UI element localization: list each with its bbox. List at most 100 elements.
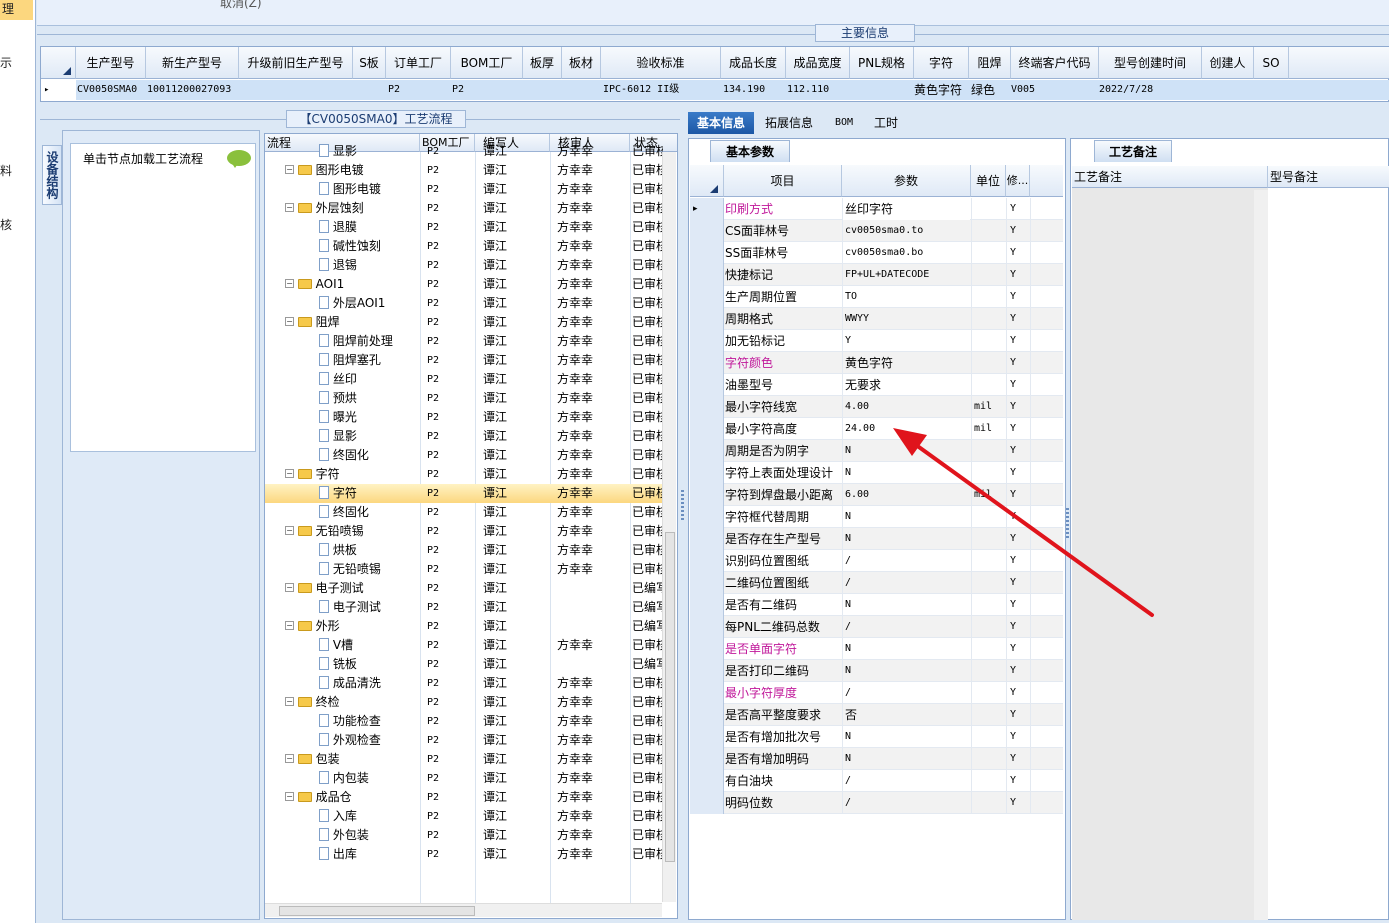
param-value[interactable]: N [842,462,970,484]
param-row[interactable]: SS面菲林号 cv0050sma0.bo Y [690,242,1063,264]
param-row[interactable]: 最小字符线宽 4.00 mil Y [690,396,1063,418]
tree-node[interactable]: 预烘 [319,389,420,408]
tree-node[interactable]: 外观检查 [319,731,420,750]
col-header-pnl[interactable]: PNL规格 [850,47,914,79]
left-nav-item-1[interactable]: 示 [0,54,12,71]
scroll-thumb[interactable] [279,906,475,916]
tree-row[interactable]: V槽 P2 谭江 方幸幸 已审核 [265,636,663,655]
process-notes-tab[interactable]: 工艺备注 [1094,140,1172,162]
tab-bom[interactable]: BOM [824,112,864,134]
tree-node[interactable]: − 阻焊 [285,313,420,332]
tree-vertical-scrollbar[interactable] [662,152,676,902]
param-value[interactable]: 否 [842,704,970,726]
tree-node[interactable]: − AOI1 [285,275,420,294]
tree-row[interactable]: 碱性蚀刻 P2 谭江 方幸幸 已审核 [265,237,663,256]
tree-row[interactable]: 阻焊塞孔 P2 谭江 方幸幸 已审核 [265,351,663,370]
tree-node[interactable]: 终固化 [319,503,420,522]
param-row[interactable]: 字符到焊盘最小距离 6.00 mil Y [690,484,1063,506]
col-header-acceptance[interactable]: 验收标准 [601,47,721,79]
param-value[interactable]: / [842,792,970,814]
param-value[interactable]: cv0050sma0.bo [842,242,970,264]
param-value[interactable]: 丝印字符 [842,198,970,220]
main-info-title[interactable]: 主要信息 [815,24,915,42]
notes-vertical-scrollbar[interactable] [1254,190,1268,920]
process-panel-title[interactable]: 【CV0050SMA0】工艺流程 [286,110,466,128]
param-row[interactable]: 每PNL二维码总数 / Y [690,616,1063,638]
tree-node[interactable]: 阻焊塞孔 [319,351,420,370]
collapse-icon[interactable]: − [285,317,294,326]
collapse-icon[interactable]: − [285,469,294,478]
tree-node[interactable]: 入库 [319,807,420,826]
tree-row[interactable]: 图形电镀 P2 谭江 方幸幸 已审核 [265,180,663,199]
tree-node[interactable]: 电子测试 [319,598,420,617]
tree-row[interactable]: 无铅喷锡 P2 谭江 方幸幸 已审核 [265,560,663,579]
param-row[interactable]: 是否打印二维码 N Y [690,660,1063,682]
notes-col-process[interactable]: 工艺备注 [1072,166,1268,188]
param-row[interactable]: 油墨型号 无要求 Y [690,374,1063,396]
tree-node[interactable]: 退锡 [319,256,420,275]
param-row[interactable]: 有白油块 / Y [690,770,1063,792]
param-row[interactable]: 最小字符高度 24.00 mil Y [690,418,1063,440]
left-nav-item-2[interactable]: 料 [0,162,12,179]
collapse-icon[interactable]: − [285,697,294,706]
tree-node[interactable]: − 成品仓 [285,788,420,807]
param-row[interactable]: 字符上表面处理设计 N Y [690,462,1063,484]
load-process-box[interactable]: 单击节点加载工艺流程 [70,143,256,452]
param-value[interactable]: 黄色字符 [842,352,970,374]
collapse-icon[interactable]: − [285,279,294,288]
param-value[interactable]: / [842,550,970,572]
basic-params-tab[interactable]: 基本参数 [710,140,790,162]
tree-node[interactable]: 阻焊前处理 [319,332,420,351]
param-row[interactable]: 快捷标记 FP+UL+DATECODE Y [690,264,1063,286]
col-header-material[interactable]: 板材 [562,47,601,79]
col-header-solder-mask[interactable]: 阻焊 [969,47,1011,79]
param-value[interactable]: N [842,726,970,748]
col-header-customer-code[interactable]: 终端客户代码 [1011,47,1099,79]
tree-row[interactable]: 曝光 P2 谭江 方幸幸 已审核 [265,408,663,427]
tree-row[interactable]: − 无铅喷锡 P2 谭江 方幸幸 已审核 [265,522,663,541]
collapse-icon[interactable]: − [285,754,294,763]
tree-node[interactable]: V槽 [319,636,420,655]
tree-row[interactable]: 外层AOI1 P2 谭江 方幸幸 已审核 [265,294,663,313]
tree-node[interactable]: 字符 [319,484,420,503]
params-col-item[interactable]: 项目 [724,165,842,197]
tree-row[interactable]: 外包装 P2 谭江 方幸幸 已审核 [265,826,663,845]
param-row[interactable]: 字符框代替周期 N Y [690,506,1063,528]
tree-node[interactable]: 丝印 [319,370,420,389]
tree-row[interactable]: − AOI1 P2 谭江 方幸幸 已审核 [265,275,663,294]
param-value[interactable]: N [842,440,970,462]
left-nav-item-0[interactable]: 理 [2,0,14,17]
tree-row[interactable]: − 阻焊 P2 谭江 方幸幸 已审核 [265,313,663,332]
tree-row[interactable]: − 图形电镀 P2 谭江 方幸幸 已审核 [265,161,663,180]
tree-node[interactable]: − 外形 [285,617,420,636]
collapse-icon[interactable]: − [285,165,294,174]
left-nav-item-3[interactable]: 核 [0,216,12,233]
tree-node[interactable]: 外层AOI1 [319,294,420,313]
tree-node[interactable]: 碱性蚀刻 [319,237,420,256]
col-header-old-model[interactable]: 升级前旧生产型号 [239,47,353,79]
param-row[interactable]: 加无铅标记 Y Y [690,330,1063,352]
param-row[interactable]: 是否有增加批次号 N Y [690,726,1063,748]
tree-row[interactable]: 终固化 P2 谭江 方幸幸 已审核 [265,503,663,522]
tree-row[interactable]: 铣板 P2 谭江 已编写 [265,655,663,674]
param-value[interactable]: FP+UL+DATECODE [842,264,970,286]
tree-node[interactable]: 终固化 [319,446,420,465]
col-header-created[interactable]: 型号创建时间 [1099,47,1202,79]
param-row[interactable]: 周期格式 WWYY Y [690,308,1063,330]
param-row[interactable]: ▸ 印刷方式 丝印字符 Y [690,198,1063,220]
tree-row[interactable]: 显影 P2 谭江 方幸幸 已审核 [265,142,663,161]
tree-row[interactable]: − 成品仓 P2 谭江 方幸幸 已审核 [265,788,663,807]
tree-row[interactable]: 预烘 P2 谭江 方幸幸 已审核 [265,389,663,408]
tree-node[interactable]: 退膜 [319,218,420,237]
scroll-thumb[interactable] [665,532,675,862]
collapse-icon[interactable]: − [285,526,294,535]
param-row[interactable]: 周期是否为阴字 N Y [690,440,1063,462]
tree-row[interactable]: 烘板 P2 谭江 方幸幸 已审核 [265,541,663,560]
tree-row[interactable]: − 字符 P2 谭江 方幸幸 已审核 [265,465,663,484]
tree-node[interactable]: 成品清洗 [319,674,420,693]
param-row[interactable]: 是否单面字符 N Y [690,638,1063,660]
tree-row[interactable]: − 包装 P2 谭江 方幸幸 已审核 [265,750,663,769]
tree-node[interactable]: 显影 [319,427,420,446]
col-header-so[interactable]: SO [1254,47,1289,79]
tree-row[interactable]: − 外形 P2 谭江 已编写 [265,617,663,636]
